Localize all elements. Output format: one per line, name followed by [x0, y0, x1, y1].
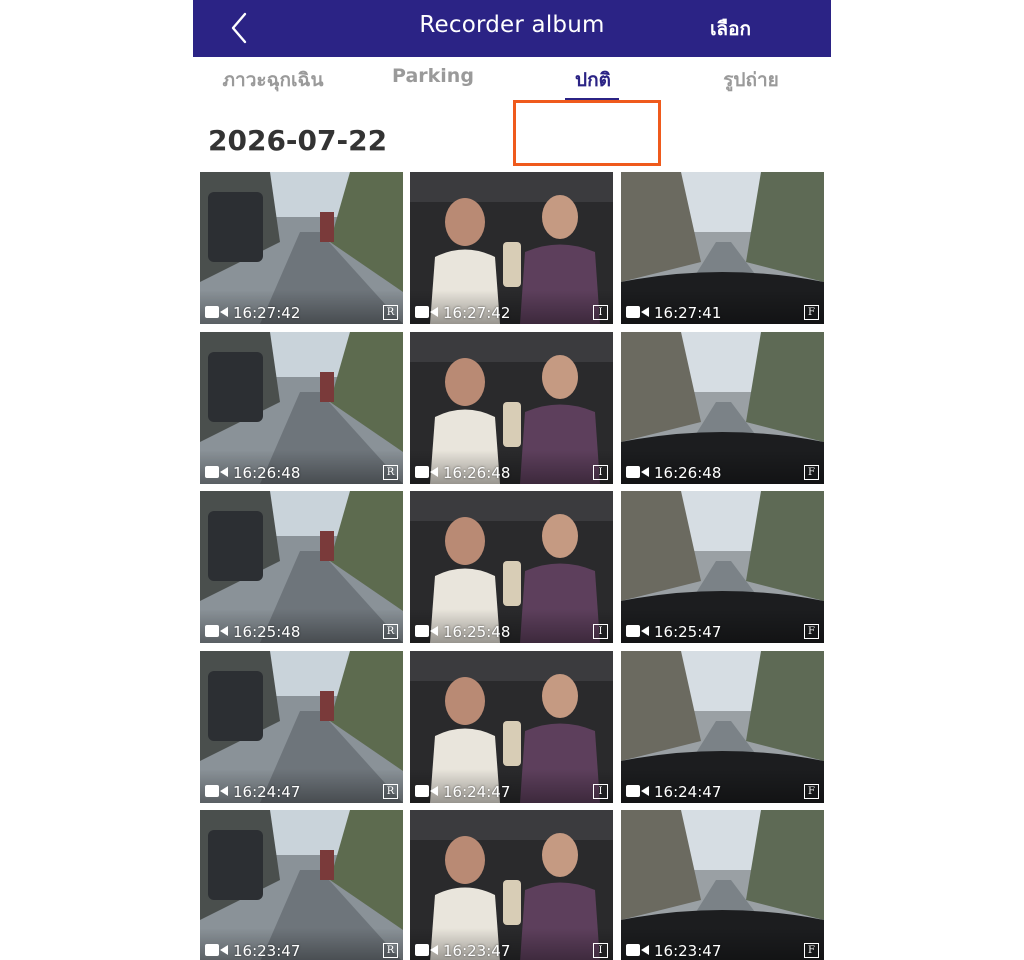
highlight-box: [513, 100, 661, 166]
video-thumbnail[interactable]: 16:23:47 F: [621, 810, 824, 960]
video-thumbnail[interactable]: 16:24:47 I: [410, 651, 613, 803]
video-thumbnail[interactable]: 16:25:47 F: [621, 491, 824, 643]
video-camera-icon: [626, 305, 650, 319]
video-camera-icon: [415, 943, 439, 957]
video-timestamp: 16:25:48: [443, 623, 511, 641]
video-camera-icon: [415, 784, 439, 798]
video-timestamp: 16:26:48: [443, 464, 511, 482]
thumbnail-overlay: [410, 290, 613, 324]
video-thumbnail[interactable]: 16:26:48 I: [410, 332, 613, 484]
video-thumbnail[interactable]: 16:23:47 R: [200, 810, 403, 960]
video-timestamp: 16:24:47: [233, 783, 301, 801]
video-timestamp: 16:26:48: [654, 464, 722, 482]
thumbnail-overlay: [410, 450, 613, 484]
video-timestamp: 16:24:47: [443, 783, 511, 801]
thumbnail-overlay: [621, 769, 824, 803]
video-camera-icon: [626, 465, 650, 479]
video-camera-icon: [205, 305, 229, 319]
video-thumbnail[interactable]: 16:25:48 R: [200, 491, 403, 643]
video-thumbnail[interactable]: 16:26:48 R: [200, 332, 403, 484]
video-timestamp: 16:25:48: [233, 623, 301, 641]
thumbnail-overlay: [200, 450, 403, 484]
video-thumbnail[interactable]: 16:27:42 I: [410, 172, 613, 324]
video-timestamp: 16:27:41: [654, 304, 722, 322]
chevron-left-icon: [231, 12, 247, 44]
thumbnail-overlay: [621, 450, 824, 484]
camera-position-badge: I: [593, 784, 608, 799]
video-camera-icon: [205, 465, 229, 479]
thumbnail-overlay: [410, 609, 613, 643]
video-camera-icon: [626, 784, 650, 798]
thumbnail-overlay: [200, 290, 403, 324]
camera-position-badge: I: [593, 305, 608, 320]
camera-position-badge: R: [383, 624, 398, 639]
video-camera-icon: [626, 943, 650, 957]
tab-normal[interactable]: ปกติ: [513, 65, 673, 95]
camera-position-badge: F: [804, 624, 819, 639]
video-camera-icon: [415, 305, 439, 319]
video-timestamp: 16:24:47: [654, 783, 722, 801]
video-timestamp: 16:25:47: [654, 623, 722, 641]
date-heading: 2026-07-22: [208, 124, 388, 157]
thumbnail-overlay: [200, 769, 403, 803]
video-camera-icon: [205, 784, 229, 798]
select-button[interactable]: เลือก: [710, 14, 751, 44]
camera-position-badge: F: [804, 784, 819, 799]
video-thumbnail[interactable]: 16:26:48 F: [621, 332, 824, 484]
thumbnail-overlay: [410, 928, 613, 960]
back-button[interactable]: [223, 10, 259, 46]
video-thumbnail[interactable]: 16:27:42 R: [200, 172, 403, 324]
active-tab-indicator: [565, 98, 619, 101]
tab-photos[interactable]: รูปถ่าย: [671, 65, 831, 95]
thumbnail-overlay: [621, 609, 824, 643]
camera-position-badge: R: [383, 943, 398, 958]
tab-parking[interactable]: Parking: [353, 65, 513, 87]
video-thumbnail[interactable]: 16:24:47 R: [200, 651, 403, 803]
video-camera-icon: [415, 465, 439, 479]
tab-bar: ภาวะฉุกเฉิน Parking ปกติ รูปถ่าย: [193, 57, 831, 166]
video-thumbnail[interactable]: 16:27:41 F: [621, 172, 824, 324]
video-timestamp: 16:23:47: [654, 942, 722, 960]
thumbnail-overlay: [621, 290, 824, 324]
camera-position-badge: I: [593, 465, 608, 480]
camera-position-badge: R: [383, 465, 398, 480]
video-timestamp: 16:23:47: [443, 942, 511, 960]
tab-emergency[interactable]: ภาวะฉุกเฉิน: [193, 65, 353, 95]
video-timestamp: 16:26:48: [233, 464, 301, 482]
thumbnail-overlay: [200, 609, 403, 643]
video-thumbnail[interactable]: 16:23:47 I: [410, 810, 613, 960]
thumbnail-overlay: [410, 769, 613, 803]
recorder-album-screen: Recorder album เลือก ภาวะฉุกเฉิน Parking…: [193, 0, 831, 960]
video-camera-icon: [205, 624, 229, 638]
video-camera-icon: [205, 943, 229, 957]
app-header: Recorder album เลือก: [193, 0, 831, 57]
video-timestamp: 16:27:42: [233, 304, 301, 322]
camera-position-badge: F: [804, 305, 819, 320]
video-thumbnail[interactable]: 16:24:47 F: [621, 651, 824, 803]
thumbnail-overlay: [200, 928, 403, 960]
camera-position-badge: I: [593, 943, 608, 958]
video-camera-icon: [415, 624, 439, 638]
thumbnail-overlay: [621, 928, 824, 960]
video-camera-icon: [626, 624, 650, 638]
camera-position-badge: F: [804, 943, 819, 958]
camera-position-badge: R: [383, 784, 398, 799]
camera-position-badge: I: [593, 624, 608, 639]
camera-position-badge: F: [804, 465, 819, 480]
video-timestamp: 16:23:47: [233, 942, 301, 960]
camera-position-badge: R: [383, 305, 398, 320]
video-timestamp: 16:27:42: [443, 304, 511, 322]
video-thumbnail[interactable]: 16:25:48 I: [410, 491, 613, 643]
